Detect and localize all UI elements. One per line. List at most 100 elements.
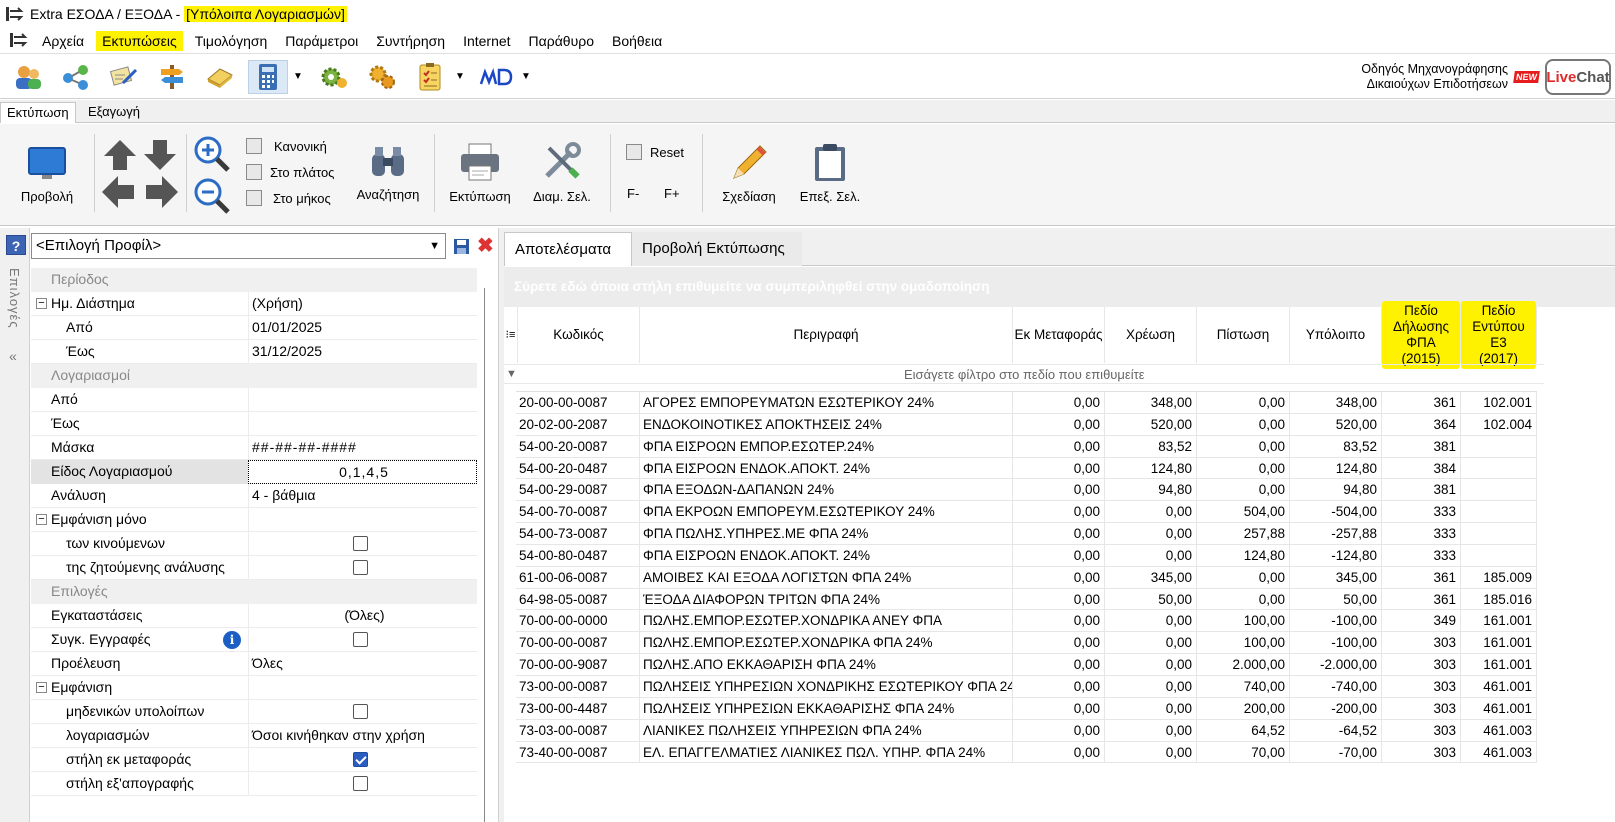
tab-print-preview[interactable]: Προβολή Εκτύπωσης: [632, 232, 802, 266]
tab-print[interactable]: Εκτύπωση: [0, 102, 76, 123]
cell-vat-field[interactable]: 333: [1382, 501, 1461, 523]
cell-e3-field[interactable]: 185.009: [1461, 566, 1537, 588]
cell-debit[interactable]: 0,00: [1105, 697, 1197, 719]
customers-icon[interactable]: [8, 60, 48, 94]
zero-balances-checkbox[interactable]: [353, 704, 368, 719]
cell-debit[interactable]: 0,00: [1105, 654, 1197, 675]
column-chooser-icon[interactable]: ⁝≡: [504, 307, 518, 363]
cell-code[interactable]: 54-00-20-0487: [516, 457, 640, 479]
fit-length-button[interactable]: Στο μήκος: [246, 190, 331, 206]
cell-carried-forward[interactable]: 0,00: [1013, 632, 1105, 654]
cell-carried-forward[interactable]: 0,00: [1013, 697, 1105, 719]
moving-checkbox[interactable]: [353, 536, 368, 551]
cell-carried-forward[interactable]: 0,00: [1013, 413, 1105, 435]
cell-carried-forward[interactable]: 0,00: [1013, 544, 1105, 566]
cell-credit[interactable]: 740,00: [1197, 675, 1290, 697]
cell-description[interactable]: ΦΠΑ ΠΩΛΗΣ.ΥΠΗΡΕΣ.ΜΕ ΦΠΑ 24%: [640, 523, 1013, 544]
cell-code[interactable]: 64-98-05-0087: [516, 588, 640, 610]
carried-forward-checkbox[interactable]: [353, 752, 368, 767]
cell-carried-forward[interactable]: 0,00: [1013, 457, 1105, 479]
table-row[interactable]: 54-00-20-0487 ΦΠΑ ΕΙΣΡΟΩΝ ΕΝΔΟΚ.ΑΠΟΚΤ. 24…: [516, 457, 1537, 480]
tab-export[interactable]: Εξαγωγή: [82, 102, 146, 123]
help-icon[interactable]: ?: [6, 235, 26, 255]
info-icon[interactable]: i: [223, 631, 241, 649]
cell-description[interactable]: ΦΠΑ ΕΙΣΡΟΩΝ ΕΝΔΟΚ.ΑΠΟΚΤ. 24%: [640, 457, 1013, 479]
menu-window[interactable]: Παράθυρο: [523, 31, 600, 51]
prop-installations[interactable]: Εγκαταστάσεις (Όλες): [31, 604, 477, 628]
cell-debit[interactable]: 0,00: [1105, 719, 1197, 741]
requested-analysis-checkbox[interactable]: [353, 560, 368, 575]
cell-e3-field[interactable]: 161.001: [1461, 654, 1537, 675]
md-dropdown-icon[interactable]: ▼: [518, 60, 534, 94]
cell-carried-forward[interactable]: 0,00: [1013, 392, 1105, 413]
system-menu-icon[interactable]: [10, 32, 30, 50]
prop-carried-forward-column[interactable]: στήλη εκ μεταφοράς: [31, 748, 477, 772]
book-icon[interactable]: [200, 60, 240, 94]
cell-carried-forward[interactable]: 0,00: [1013, 523, 1105, 544]
cell-description[interactable]: ΈΞΟΔΑ ΔΙΑΦΟΡΩΝ ΤΡΙΤΩΝ ΦΠΑ 24%: [640, 588, 1013, 610]
settings-gears-icon[interactable]: [314, 60, 354, 94]
entries-icon[interactable]: [104, 60, 144, 94]
cell-e3-field[interactable]: 102.004: [1461, 413, 1537, 435]
cell-code[interactable]: 73-03-00-0087: [516, 719, 640, 741]
prop-date-to[interactable]: Έως 31/12/2025: [31, 340, 477, 364]
cell-vat-field[interactable]: 303: [1382, 675, 1461, 697]
delete-icon[interactable]: ✖: [477, 236, 494, 256]
cell-e3-field[interactable]: 161.001: [1461, 632, 1537, 654]
cell-balance[interactable]: 83,52: [1290, 435, 1382, 457]
cell-debit[interactable]: 124,80: [1105, 457, 1197, 479]
menu-invoicing[interactable]: Τιμολόγηση: [189, 31, 274, 51]
cell-vat-field[interactable]: 349: [1382, 610, 1461, 632]
cell-vat-field[interactable]: 303: [1382, 697, 1461, 719]
prop-show-only[interactable]: − Εμφάνιση μόνο: [31, 508, 477, 532]
table-row[interactable]: 73-40-00-0087 ΕΛ. ΕΠΑΓΓΕΛΜΑΤΙΕΣ ΛΙΑΝΙΚΕΣ …: [516, 741, 1537, 764]
table-row[interactable]: 70-00-00-0087 ΠΩΛΗΣ.ΕΜΠΟΡ.ΕΣΩΤΕΡ.ΧΟΝΔΡΙΚΑ…: [516, 632, 1537, 655]
cell-carried-forward[interactable]: 0,00: [1013, 588, 1105, 610]
tools-gears-icon[interactable]: [362, 60, 402, 94]
zoom-out-icon[interactable]: [192, 176, 232, 216]
cell-description[interactable]: ΠΩΛΗΣΕΙΣ ΥΠΗΡΕΣΙΩΝ ΕΚΚΑΘΑΡΙΣΗΣ ΦΠΑ 24%: [640, 697, 1013, 719]
cell-debit[interactable]: 83,52: [1105, 435, 1197, 457]
app-icon[interactable]: [6, 6, 24, 22]
cell-debit[interactable]: 348,00: [1105, 392, 1197, 413]
prop-account-from[interactable]: Από: [31, 388, 477, 412]
cell-balance[interactable]: -70,00: [1290, 741, 1382, 763]
prop-value[interactable]: [248, 412, 477, 436]
cell-credit[interactable]: 64,52: [1197, 719, 1290, 741]
accounts-tree-icon[interactable]: [56, 60, 96, 94]
cell-code[interactable]: 54-00-73-0087: [516, 523, 640, 544]
cell-balance[interactable]: 94,80: [1290, 479, 1382, 501]
cell-vat-field[interactable]: 361: [1382, 392, 1461, 413]
cell-code[interactable]: 54-00-70-0087: [516, 501, 640, 523]
cell-credit[interactable]: 0,00: [1197, 566, 1290, 588]
cell-description[interactable]: ΠΩΛΗΣ.ΑΠΟ ΕΚΚΑΘΑΡΙΣΗ ΦΠΑ 24%: [640, 654, 1013, 675]
cell-credit[interactable]: 70,00: [1197, 741, 1290, 763]
table-row[interactable]: 70-00-00-9087 ΠΩΛΗΣ.ΑΠΟ ΕΚΚΑΘΑΡΙΣΗ ΦΠΑ 24…: [516, 654, 1537, 676]
prop-value[interactable]: [248, 388, 477, 412]
menu-maintenance[interactable]: Συντήρηση: [370, 31, 451, 51]
cell-credit[interactable]: 0,00: [1197, 479, 1290, 501]
cell-e3-field[interactable]: [1461, 501, 1537, 523]
cell-credit[interactable]: 100,00: [1197, 632, 1290, 654]
prop-value[interactable]: 01/01/2025: [248, 316, 477, 340]
table-row[interactable]: 73-00-00-4487 ΠΩΛΗΣΕΙΣ ΥΠΗΡΕΣΙΩΝ ΕΚΚΑΘΑΡΙ…: [516, 697, 1537, 720]
md-logo-icon[interactable]: [476, 60, 516, 94]
cell-balance[interactable]: 345,00: [1290, 566, 1382, 588]
table-row[interactable]: 54-00-70-0087 ΦΠΑ ΕΚΡΟΩΝ ΕΜΠΟΡΕΥΜ.ΕΣΩΤΕΡΙ…: [516, 501, 1537, 524]
cell-debit[interactable]: 0,00: [1105, 675, 1197, 697]
design-button[interactable]: Σχεδίαση: [714, 142, 784, 204]
print-button[interactable]: Εκτύπωση: [444, 142, 516, 204]
calculator-icon[interactable]: [248, 59, 288, 94]
checklist-icon[interactable]: [410, 60, 450, 94]
cell-vat-field[interactable]: 333: [1382, 523, 1461, 544]
cell-description[interactable]: ΦΠΑ ΕΞΟΔΩΝ-ΔΑΠΑΝΩΝ 24%: [640, 479, 1013, 501]
tab-results[interactable]: Αποτελέσματα: [504, 232, 632, 266]
col-header-carried-forward[interactable]: Εκ Μεταφοράς: [1013, 307, 1105, 363]
prop-accounts-shown[interactable]: λογαριασμών Όσοι κινήθηκαν στην χρήση: [31, 724, 477, 748]
cell-code[interactable]: 54-00-80-0487: [516, 544, 640, 566]
cell-credit[interactable]: 200,00: [1197, 697, 1290, 719]
cell-e3-field[interactable]: [1461, 457, 1537, 479]
cell-balance[interactable]: -200,00: [1290, 697, 1382, 719]
prop-analysis[interactable]: Ανάλυση 4 - βάθμια: [31, 484, 477, 508]
inventory-checkbox[interactable]: [353, 776, 368, 791]
